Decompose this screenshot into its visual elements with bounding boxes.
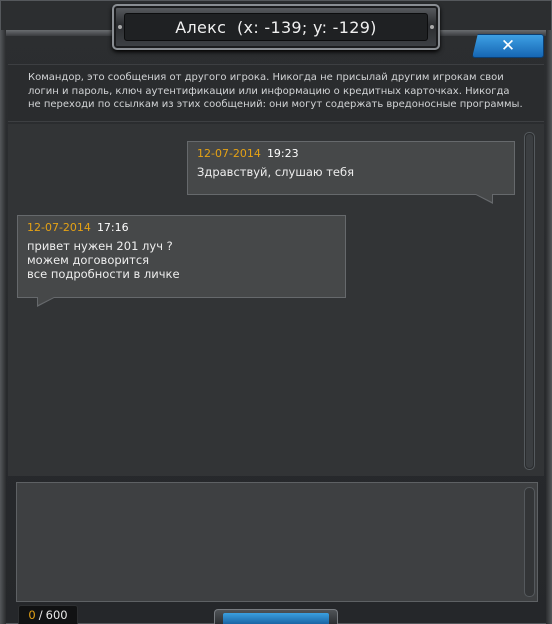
char-count: 0 (28, 608, 36, 622)
bolt-icon (118, 25, 122, 29)
close-icon[interactable]: ✕ (501, 37, 515, 55)
chat-scrollbar-thumb[interactable] (526, 134, 533, 468)
character-counter: 0 / 600 (18, 605, 78, 624)
char-separator: / (38, 608, 43, 622)
window-frame-left (0, 30, 6, 624)
bubble-tail (476, 194, 492, 202)
security-warning: Командор, это сообщения от другого игрок… (8, 64, 544, 122)
message-bubble-outgoing: 12-07-2014 19:23 Здравствуй, слушаю тебя (187, 141, 515, 195)
close-button[interactable]: ✕ (472, 34, 544, 58)
message-date: 12-07-2014 (27, 221, 91, 234)
message-date: 12-07-2014 (197, 147, 261, 160)
message-time: 17:16 (96, 221, 129, 234)
message-input-scrollbar[interactable] (524, 487, 535, 597)
bolt-icon (430, 25, 434, 29)
bubble-tail (38, 297, 54, 305)
chat-scrollbar[interactable] (524, 132, 535, 470)
send-button-face[interactable] (223, 613, 329, 624)
message-text: Здравствуй, слушаю тебя (197, 165, 355, 179)
message-input[interactable] (16, 482, 538, 602)
title-plate: Алекс (x: -139; y: -129) (112, 4, 440, 50)
window-frame-right (546, 30, 552, 624)
message-bubble-incoming: 12-07-2014 17:16 привет нужен 201 луч ? … (17, 215, 346, 298)
window-title: Алекс (x: -139; y: -129) (124, 13, 428, 41)
send-button[interactable] (214, 609, 338, 624)
message-time: 19:23 (266, 147, 299, 160)
char-limit: 600 (45, 608, 68, 622)
message-text: привет нужен 201 луч ? можем договорится… (27, 239, 180, 281)
